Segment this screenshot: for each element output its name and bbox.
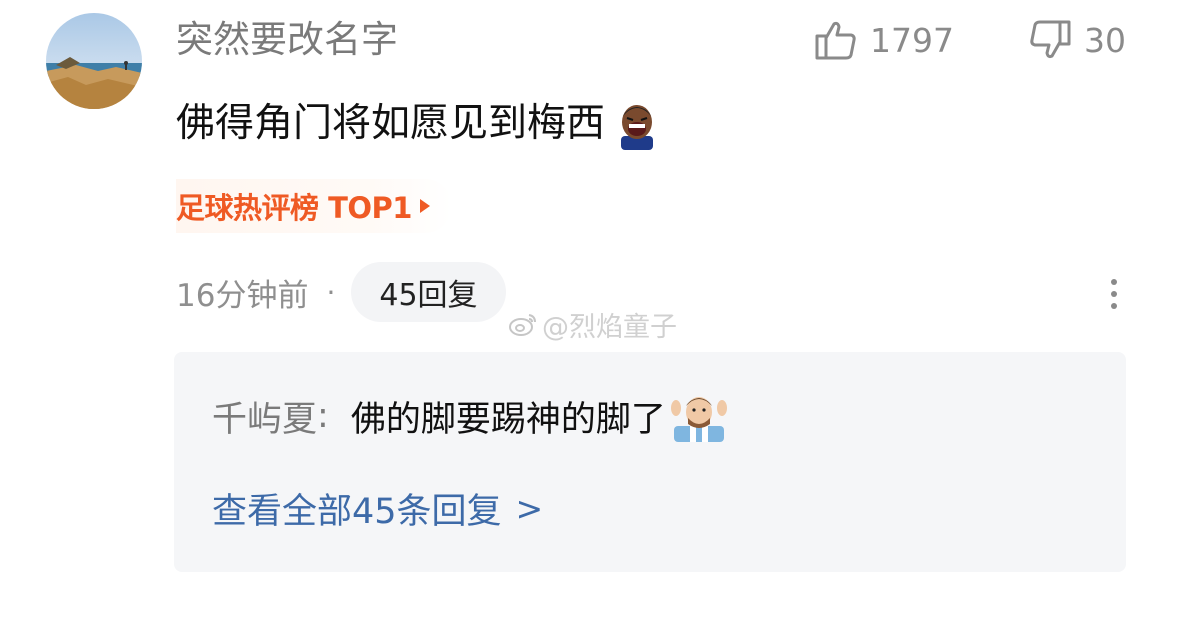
reply-item[interactable]: 千屿夏 : 佛的脚要踢神的脚了	[212, 388, 728, 444]
weibo-icon	[508, 311, 538, 337]
reply-count-button[interactable]: 45回复	[351, 262, 506, 322]
dislike-button[interactable]: 30	[1028, 18, 1126, 62]
watermark: @烈焰童子	[508, 304, 677, 344]
username[interactable]: 突然要改名字	[176, 16, 398, 64]
avatar[interactable]	[46, 13, 142, 109]
thumbs-down-icon	[1028, 18, 1072, 62]
view-all-replies-link[interactable]: 查看全部45条回复 >	[212, 482, 543, 534]
reply-separator: :	[317, 396, 329, 436]
comment-meta: 16分钟前 · 45回复	[176, 262, 506, 322]
reply-preview: 千屿夏 : 佛的脚要踢神的脚了 查看全部45条回复 >	[174, 352, 1126, 572]
dislike-count: 30	[1084, 20, 1126, 60]
mbappe-laughing-emoji	[615, 98, 659, 150]
view-all-label: 查看全部45条回复	[212, 491, 502, 532]
like-button[interactable]: 1797	[814, 18, 954, 62]
meta-separator: ·	[326, 275, 336, 309]
messi-emoji	[670, 390, 728, 442]
hot-rank-badge[interactable]: 足球热评榜 TOP1	[176, 179, 452, 233]
play-arrow-icon	[419, 199, 430, 213]
thumbs-up-icon	[814, 18, 858, 62]
comment-text: 佛得角门将如愿见到梅西	[176, 96, 659, 152]
watermark-text: @烈焰童子	[542, 311, 677, 343]
chevron-right-icon: >	[515, 488, 544, 528]
like-count: 1797	[870, 20, 954, 60]
comment-body: 佛得角门将如愿见到梅西	[176, 101, 606, 146]
more-vertical-icon[interactable]	[1104, 276, 1124, 312]
reply-author[interactable]: 千屿夏	[212, 391, 317, 442]
timestamp: 16分钟前	[176, 277, 309, 314]
reply-content: 佛的脚要踢神的脚了	[350, 399, 666, 440]
rank-badge-label: 足球热评榜 TOP1	[176, 191, 412, 225]
